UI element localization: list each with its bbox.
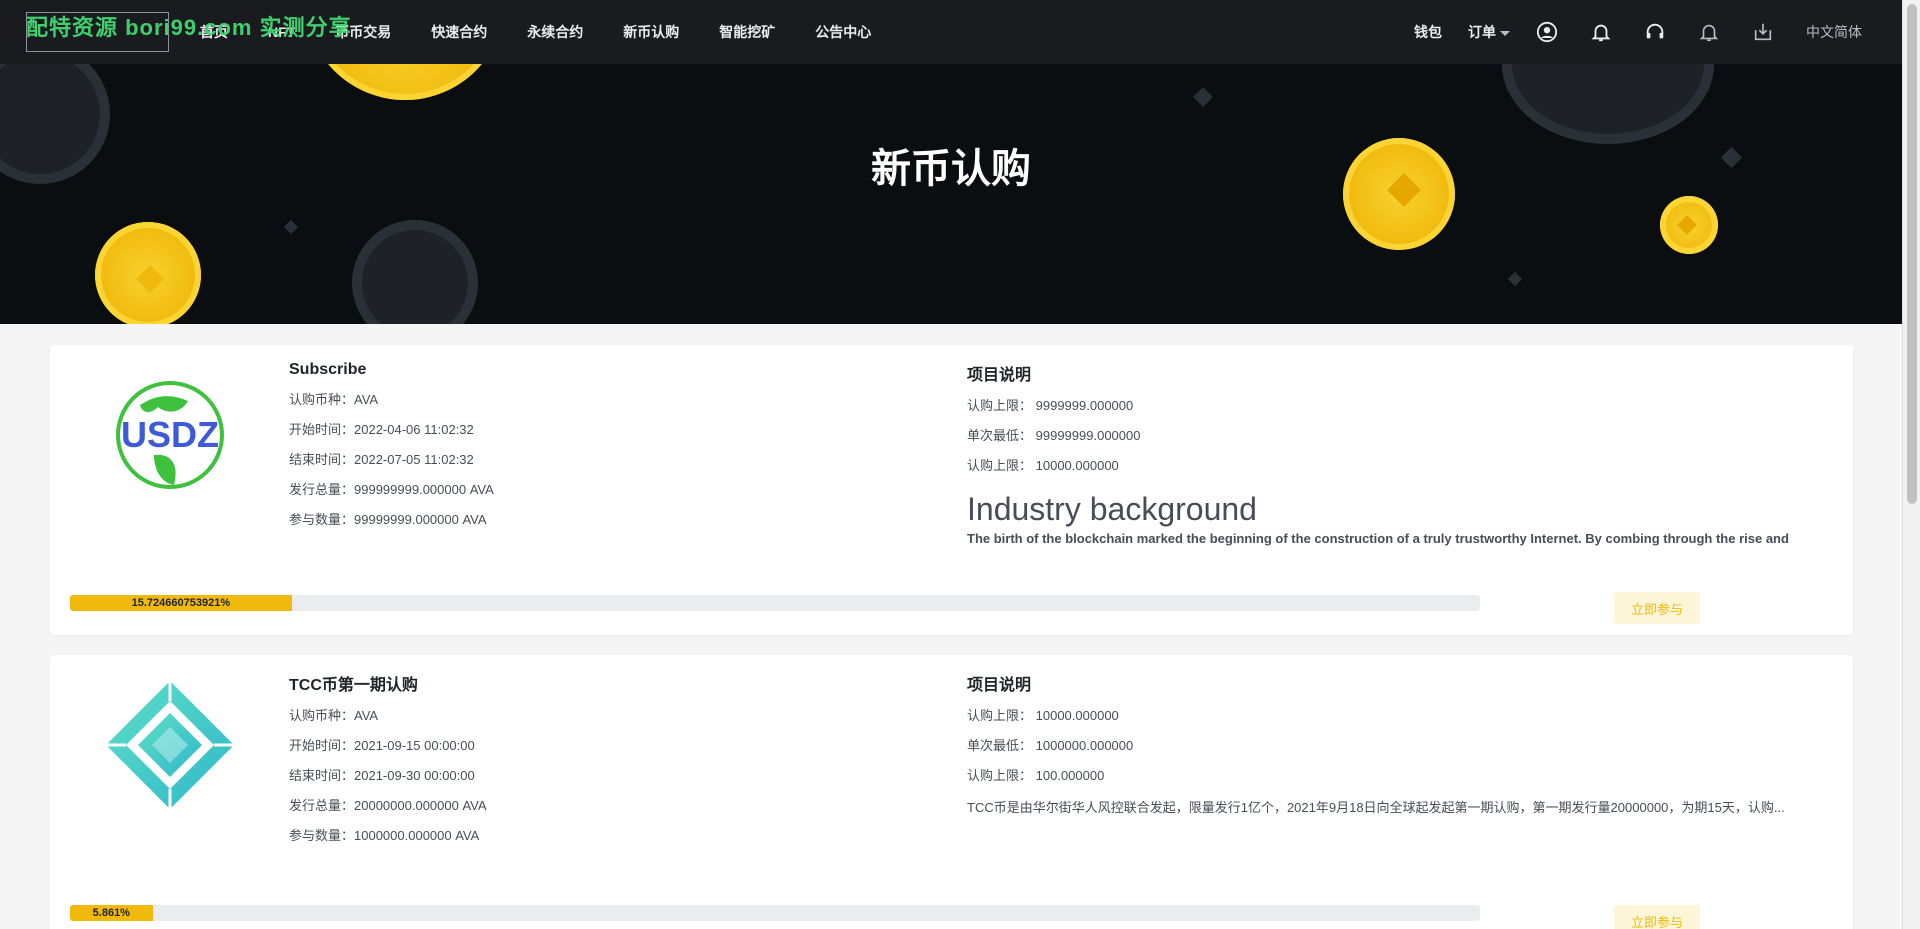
desc-limit-1: 认购上限： 9999999.000000 xyxy=(967,398,1134,413)
watermark-text: 配特资源 bori99.com 实测分享 xyxy=(26,15,352,40)
page-title: 新币认购 xyxy=(871,147,1031,191)
nav-quick-contract[interactable]: 快速合约 xyxy=(431,22,487,42)
decor-coin-dark xyxy=(352,220,478,324)
project-description-text: TCC币是由华尔街华人风控联合发起，限量发行1亿个，2021年9月18日向全球起… xyxy=(967,800,1785,815)
info-start-time: 开始时间：2021-09-15 00:00:00 xyxy=(289,738,475,753)
page-banner: 新币认购 xyxy=(0,64,1902,324)
join-now-button[interactable]: 立即参与 xyxy=(1614,905,1700,929)
progress-bar: 15.724660753921% xyxy=(70,595,1480,611)
headset-icon[interactable] xyxy=(1644,21,1666,43)
nav-perpetual-contract[interactable]: 永续合约 xyxy=(527,22,583,42)
vertical-scrollbar[interactable] xyxy=(1902,0,1920,929)
decor-diamond xyxy=(1193,87,1213,107)
background-heading: Industry background xyxy=(967,491,1257,527)
bell-icon[interactable] xyxy=(1590,21,1612,43)
subscription-card: TCC币第一期认购 认购币种：AVA 开始时间：2021-09-15 00:00… xyxy=(50,655,1853,929)
download-icon[interactable] xyxy=(1752,21,1774,43)
decor-diamond xyxy=(1507,271,1523,287)
chevron-down-icon xyxy=(1500,30,1510,36)
join-now-button[interactable]: 立即参与 xyxy=(1614,592,1700,624)
usdz-logo: USDZ xyxy=(100,365,240,505)
nav-right: 钱包 订单 中文简体 xyxy=(1414,0,1862,64)
desc-limit-1: 认购上限： 10000.000000 xyxy=(967,708,1119,723)
orders-label: 订单 xyxy=(1468,24,1496,40)
info-coin: 认购币种：AVA xyxy=(289,392,379,407)
progress-fill: 5.861% xyxy=(70,905,153,921)
nav-wallet[interactable]: 钱包 xyxy=(1414,22,1442,42)
desc-min: 单次最低： 99999999.000000 xyxy=(967,428,1141,443)
info-participation: 参与数量：99999999.000000 AVA xyxy=(289,512,487,527)
progress-bar: 5.861% xyxy=(70,905,1480,921)
svg-text:USDZ: USDZ xyxy=(121,414,219,455)
project-description: 项目说明 认购上限： 10000.000000 单次最低： 1000000.00… xyxy=(967,671,1842,816)
description-title: 项目说明 xyxy=(967,367,1032,384)
info-total-supply: 发行总量：999999999.000000 AVA xyxy=(289,482,494,497)
project-info: Subscribe 认购币种：AVA 开始时间：2022-04-06 11:02… xyxy=(289,361,494,541)
nav-smart-mining[interactable]: 智能挖矿 xyxy=(719,22,775,42)
decor-coin-dark xyxy=(1502,64,1714,144)
info-end-time: 结束时间：2022-07-05 11:02:32 xyxy=(289,452,474,467)
decor-diamond xyxy=(283,219,299,235)
info-start-time: 开始时间：2022-04-06 11:02:32 xyxy=(289,422,474,437)
language-selector[interactable]: 中文简体 xyxy=(1806,22,1862,42)
progress-fill: 15.724660753921% xyxy=(70,595,292,611)
desc-min: 单次最低： 1000000.000000 xyxy=(967,738,1134,753)
info-end-time: 结束时间：2021-09-30 00:00:00 xyxy=(289,768,475,783)
info-total-supply: 发行总量：20000000.000000 AVA xyxy=(289,798,487,813)
project-description: 项目说明 认购上限： 9999999.000000 单次最低： 99999999… xyxy=(967,361,1847,546)
info-coin: 认购币种：AVA xyxy=(289,708,379,723)
project-name: Subscribe xyxy=(289,361,367,378)
notification-icon[interactable] xyxy=(1698,21,1720,43)
nav-orders-dropdown[interactable]: 订单 xyxy=(1468,22,1510,42)
project-info: TCC币第一期认购 认购币种：AVA 开始时间：2021-09-15 00:00… xyxy=(289,671,487,857)
user-icon[interactable] xyxy=(1536,21,1558,43)
scrollbar-thumb[interactable] xyxy=(1907,4,1917,504)
desc-limit-2: 认购上限： 10000.000000 xyxy=(967,458,1119,473)
info-participation: 参与数量：1000000.000000 AVA xyxy=(289,828,480,843)
nav-announcements[interactable]: 公告中心 xyxy=(815,22,871,42)
tcc-logo xyxy=(100,675,240,815)
desc-limit-2: 认购上限： 100.000000 xyxy=(967,768,1105,783)
description-title: 项目说明 xyxy=(967,677,1032,694)
decor-coin-gold xyxy=(305,64,505,100)
subscription-card: USDZ Subscribe 认购币种：AVA 开始时间：2022-04-06 … xyxy=(50,345,1853,635)
background-text: The birth of the blockchain marked the b… xyxy=(967,531,1789,546)
nav-new-coin-subscription[interactable]: 新币认购 xyxy=(623,22,679,42)
project-name: TCC币第一期认购 xyxy=(289,677,418,694)
